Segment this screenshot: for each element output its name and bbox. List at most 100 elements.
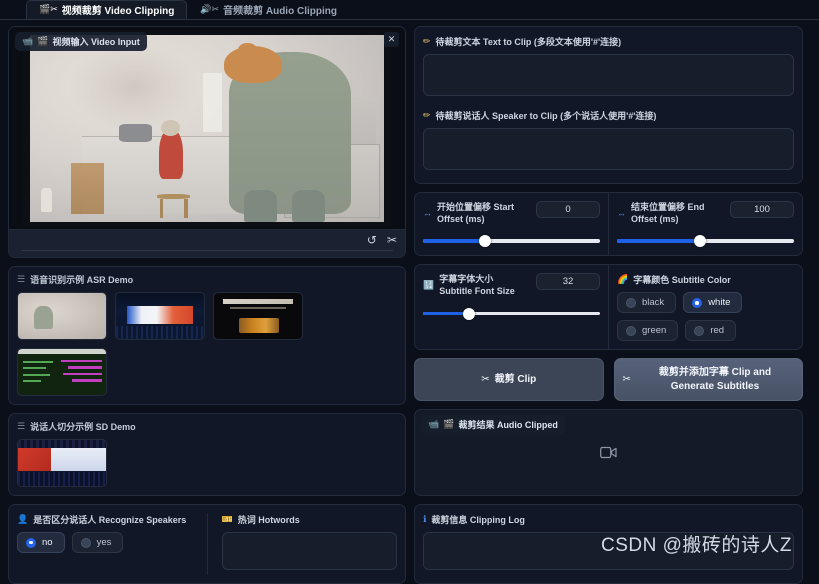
radio-dot [626,297,636,308]
clip-inputs-panel: ✏ 待裁剪文本 Text to Clip (多段文本使用'#'连接) ✏ 待裁剪… [414,26,803,184]
undo-icon[interactable]: ↺ [367,234,377,246]
recognize-hotwords-panel: 👤 是否区分说话人 Recognize Speakers no yes 🎫 热词… [8,504,406,584]
text-to-clip-input[interactable] [423,54,794,96]
video-preview[interactable] [9,27,405,229]
clipping-log-output[interactable] [423,532,794,570]
end-offset-value[interactable]: 100 [730,201,794,218]
end-offset-label: ↔ 结束位置偏移 End Offset (ms) [617,201,722,225]
hotwords-input[interactable] [221,532,397,570]
asr-demo-thumbnails [17,292,397,396]
sd-demo-thumbnails [17,439,397,487]
demo-thumbnail-stage[interactable] [115,292,205,340]
radio-dot [80,537,91,548]
radio-color-white-label: white [708,297,731,309]
numbers-icon: 🔢 [423,280,435,291]
left-column: 📹 🎬 视频输入 Video Input ✕ ↺ ✂ ☰ 语音识别示例 ASR … [8,26,406,584]
speaker-to-clip-label-text: 待裁剪说话人 Speaker to Clip (多个说话人使用'#'连接) [435,111,657,121]
end-offset-slider[interactable] [617,235,794,248]
clip-button-label: 裁剪 Clip [494,374,537,386]
clip-and-subtitles-button[interactable]: ✂ 裁剪并添加字幕 Clip and Generate Subtitles [613,358,803,402]
webcam-icon[interactable]: ◎ [213,256,223,257]
radio-color-green-label: green [642,325,667,337]
audio-clipped-label: 📹 🎬 裁剪结果 Audio Clipped [421,415,565,435]
subtitle-font-size-slider[interactable] [423,307,600,320]
speaker-scissors-icon: 🔊✂ [200,4,220,14]
camera-icon: 📹 [22,36,34,46]
video-input-panel: 📹 🎬 视频输入 Video Input ✕ ↺ ✂ [8,26,406,258]
sd-demo-title: ☰ 说话人切分示例 SD Demo [17,420,397,433]
offsets-panel: ↔ 开始位置偏移 Start Offset (ms) 0 ↔ 结束位置偏移 En… [414,192,803,257]
sd-demo-section: ☰ 说话人切分示例 SD Demo [8,413,406,496]
recognize-speakers-radios: no yes [17,532,193,553]
radio-color-red-label: red [710,325,725,337]
person-icon: 👤 [17,514,29,524]
close-icon[interactable]: ✕ [384,32,399,47]
radio-color-red[interactable]: red [685,320,737,342]
list-icon: ☰ [17,274,26,284]
tab-audio-clipping[interactable]: 🔊✂ 音频裁剪 Audio Clipping [187,0,350,19]
text-to-clip-field: ✏ 待裁剪文本 Text to Clip (多段文本使用'#'连接) [423,35,794,101]
action-buttons: ✂ 裁剪 Clip ✂ 裁剪并添加字幕 Clip and Generate Su… [414,358,803,402]
radio-recognize-no-label: no [42,537,53,548]
right-column: ✏ 待裁剪文本 Text to Clip (多段文本使用'#'连接) ✏ 待裁剪… [414,26,803,584]
divider [21,250,393,251]
subtitle-font-size-value[interactable]: 32 [536,273,600,291]
radio-recognize-yes-label: yes [96,537,112,548]
audio-clipped-panel: 📹 🎬 裁剪结果 Audio Clipped [414,409,803,496]
radio-dot [26,537,36,548]
asr-demo-title-text: 语音识别示例 ASR Demo [30,275,134,285]
radio-recognize-yes[interactable]: yes [71,532,124,553]
radio-color-black-label: black [642,297,665,309]
sd-demo-title-text: 说话人切分示例 SD Demo [30,422,136,432]
app-root: 🎬✂ 视频裁剪 Video Clipping 🔊✂ 音频裁剪 Audio Cli… [0,0,819,584]
rainbow-icon: 🌈 [617,274,629,285]
radio-dot [626,325,636,336]
radio-color-green[interactable]: green [617,320,679,342]
speaker-to-clip-field: ✏ 待裁剪说话人 Speaker to Clip (多个说话人使用'#'连接) [423,109,794,175]
radio-color-white[interactable]: white [683,292,743,314]
subtitle-font-size-group: 🔢 字幕字体大小 Subtitle Font Size 32 [415,265,608,349]
demo-thumbnail-kitchen[interactable] [17,292,107,340]
scissors-icon: ✂ [622,374,631,386]
text-to-clip-label-text: 待裁剪文本 Text to Clip (多段文本使用'#'连接) [435,37,622,47]
demo-thumbnail-conference[interactable] [17,439,107,487]
ticket-icon: 🎫 [221,514,233,524]
clipping-log-panel: ℹ 裁剪信息 Clipping Log CSDN @搬砖的诗人Z [414,504,803,584]
asr-demo-section: ☰ 语音识别示例 ASR Demo [8,266,406,405]
subtitle-color-radios: black white green red [617,292,794,342]
demo-thumbnail-terminal[interactable] [17,348,107,396]
scissors-icon[interactable]: ✂ [387,234,397,246]
asr-demo-title: ☰ 语音识别示例 ASR Demo [17,273,397,286]
film-icon: 🎬 [443,419,455,430]
tab-bar: 🎬✂ 视频裁剪 Video Clipping 🔊✂ 音频裁剪 Audio Cli… [0,0,819,20]
subtitle-color-group: 🌈 字幕颜色 Subtitle Color black white green … [608,265,802,350]
clipping-log-area: CSDN @搬砖的诗人Z [423,532,794,575]
tab-video-clipping[interactable]: 🎬✂ 视频裁剪 Video Clipping [26,0,188,19]
start-offset-value[interactable]: 0 [536,201,600,218]
clipping-log-label: ℹ 裁剪信息 Clipping Log [423,513,794,526]
clipping-log-label-text: 裁剪信息 Clipping Log [431,515,525,525]
recognize-speakers-label: 👤 是否区分说话人 Recognize Speakers [17,513,193,526]
subtitle-settings-panel: 🔢 字幕字体大小 Subtitle Font Size 32 🌈 字幕颜色 Su… [414,264,803,351]
pencil-icon: ✏ [423,36,431,46]
demo-thumbnail-poster[interactable] [213,292,303,340]
video-tools: ↺ ✂ [17,234,397,250]
text-to-clip-label: ✏ 待裁剪文本 Text to Clip (多段文本使用'#'连接) [423,35,794,48]
radio-dot [694,325,705,336]
subtitle-color-label: 🌈 字幕颜色 Subtitle Color [617,273,794,286]
audio-clipped-label-text: 裁剪结果 Audio Clipped [458,420,558,431]
start-offset-slider[interactable] [423,235,600,248]
upload-icon[interactable]: ⬆ [191,256,201,257]
radio-color-black[interactable]: black [617,292,677,314]
radio-dot [692,297,703,308]
video-input-label-text: 视频输入 Video Input [52,37,140,47]
end-offset-label-text: 结束位置偏移 End Offset (ms) [631,202,705,225]
video-controls: ↺ ✂ ⬆ ◎ [9,229,405,257]
hotwords-label-text: 热词 Hotwords [237,515,300,525]
hotwords-group: 🎫 热词 Hotwords [206,513,397,575]
video-camera-icon [600,447,617,459]
speaker-to-clip-input[interactable] [423,128,794,170]
radio-recognize-no[interactable]: no [17,532,65,553]
clip-button[interactable]: ✂ 裁剪 Clip [414,358,604,402]
video-frame [23,30,391,226]
